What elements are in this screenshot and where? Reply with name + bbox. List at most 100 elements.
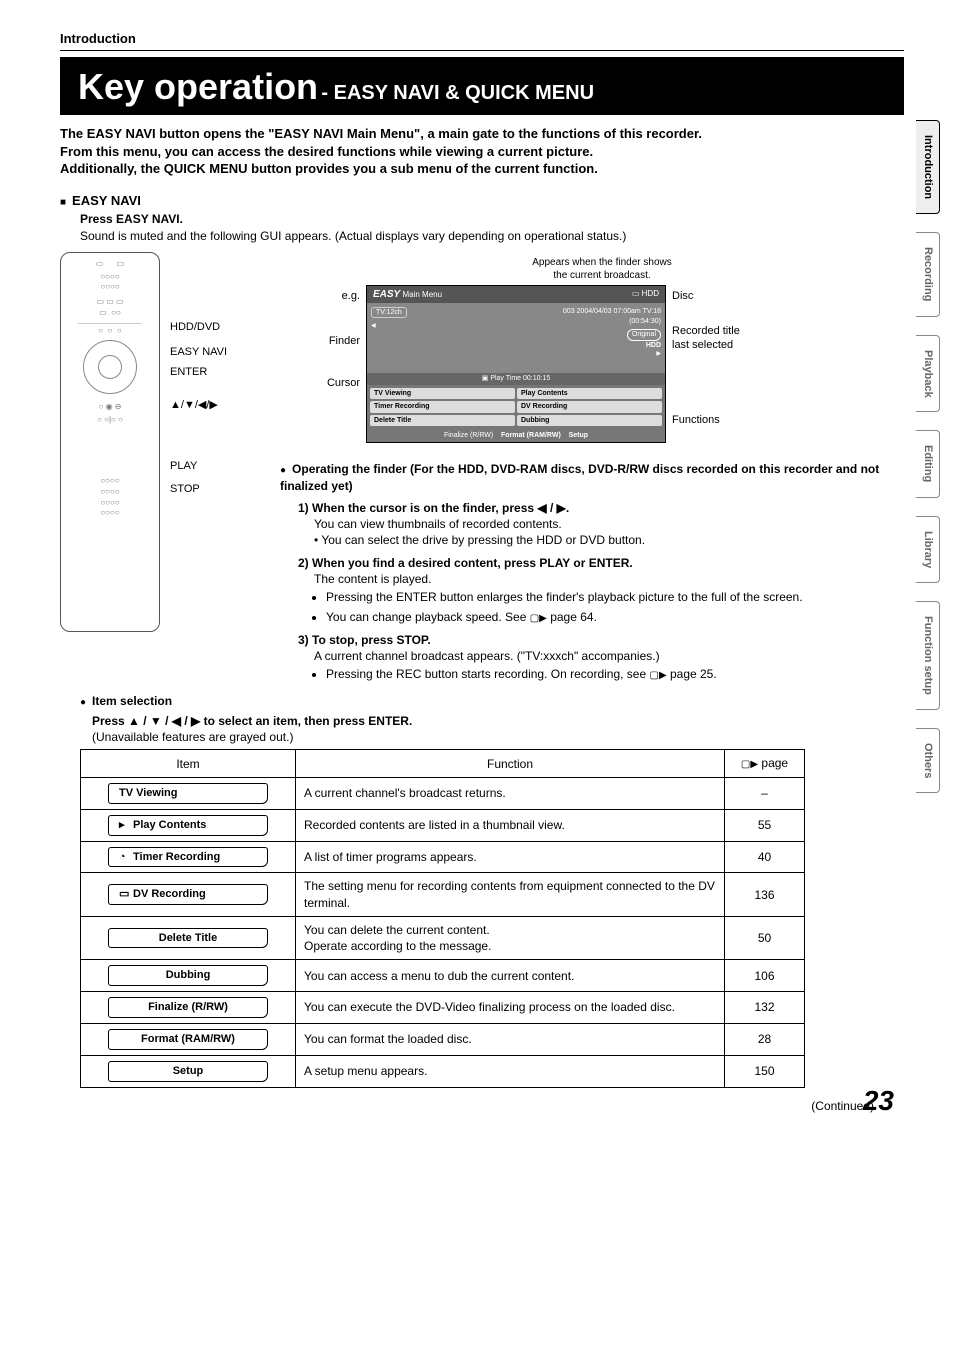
- item-function: A setup menu appears.: [296, 1055, 725, 1087]
- sound-muted-text: Sound is muted and the following GUI app…: [80, 228, 904, 244]
- gui-recorded-label1: Recorded title: [672, 325, 740, 337]
- remote-diagram: ▭ ▭ ○○○○ ○○○○ ▭ ▭ ▭ ▭ ○○ ○ ○ ○ ○ ◉ ⊖ ○ ○…: [60, 252, 260, 632]
- side-tabs: IntroductionRecordingPlaybackEditingLibr…: [916, 120, 946, 811]
- label-easy-navi: EASY NAVI: [170, 345, 227, 360]
- item-page: 150: [725, 1055, 805, 1087]
- side-tab: Function setup: [916, 601, 940, 710]
- gui-original: Original: [627, 329, 661, 341]
- press-easy-navi: Press EASY NAVI.: [80, 211, 904, 227]
- gui-hdd-top: HDD: [642, 289, 659, 298]
- item-selection-heading: Item selection: [80, 693, 904, 710]
- title-main: Key operation: [78, 66, 318, 107]
- gui-easy-logo: EASY: [373, 289, 400, 300]
- item-button: Dubbing: [108, 965, 268, 986]
- gui-finder-label: Finder: [300, 334, 360, 349]
- item-page: 55: [725, 809, 805, 841]
- item-button: ▭DV Recording: [108, 884, 268, 905]
- intro-text: The EASY NAVI button opens the "EASY NAV…: [60, 125, 904, 178]
- label-arrows: ▲/▼/◀/▶: [170, 398, 227, 413]
- gui-btn: Delete Title: [370, 415, 515, 426]
- item-page: 40: [725, 841, 805, 873]
- step2-body: The content is played.: [314, 571, 904, 587]
- item-function: You can format the loaded disc.: [296, 1023, 725, 1055]
- step2-bullet: Pressing the ENTER button enlarges the f…: [326, 589, 904, 605]
- item-page: 132: [725, 992, 805, 1024]
- item-page: 50: [725, 916, 805, 959]
- gui-diagram: Appears when the finder shows the curren…: [300, 256, 904, 444]
- remote-callouts: HDD/DVD EASY NAVI ENTER ▲/▼/◀/▶ PLAY STO…: [170, 252, 227, 632]
- col-function: Function: [296, 750, 725, 778]
- item-button: TV Viewing: [108, 783, 268, 804]
- gui-eg-label: e.g.: [300, 289, 360, 304]
- item-button: Setup: [108, 1061, 268, 1082]
- gui-disc-label: Disc: [672, 289, 792, 304]
- step3-bullet: Pressing the REC button starts recording…: [326, 666, 904, 683]
- gui-btn: Setup: [569, 432, 588, 439]
- item-function: A current channel's broadcast returns.: [296, 777, 725, 809]
- title-bar: Key operation - EASY NAVI & QUICK MENU: [60, 57, 904, 116]
- gui-btn: DV Recording: [517, 401, 662, 412]
- label-play: PLAY: [170, 459, 227, 474]
- col-page: ▢▶ page: [725, 750, 805, 778]
- continued-label: (Continued): [60, 1098, 874, 1114]
- gui-btn: Finalize (R/RW): [444, 432, 493, 439]
- gui-btn: Dubbing: [517, 415, 662, 426]
- item-function: You can access a menu to dub the current…: [296, 960, 725, 992]
- item-page: 136: [725, 873, 805, 916]
- gui-btn: Format (RAM/RW): [501, 432, 561, 439]
- easy-navi-heading: EASY NAVI: [60, 192, 904, 210]
- gui-btn: Play Contents: [517, 388, 662, 399]
- item-page: –: [725, 777, 805, 809]
- gui-hdd: HDD: [563, 341, 661, 351]
- page-ref-icon: ▢▶: [741, 759, 758, 770]
- page-number: 23: [863, 1082, 894, 1120]
- item-button: ▸Play Contents: [108, 815, 268, 836]
- item-function: Recorded contents are listed in a thumbn…: [296, 809, 725, 841]
- gui-playtime: Play Time 00:10:15: [490, 375, 550, 382]
- gui-caption-line2: the current broadcast.: [553, 270, 650, 281]
- gui-recorded-label2: last selected: [672, 339, 733, 351]
- step3-body: A current channel broadcast appears. ("T…: [314, 648, 904, 664]
- step3-title: 3) To stop, press STOP.: [298, 633, 431, 647]
- section-header: Introduction: [60, 30, 904, 51]
- label-enter: ENTER: [170, 365, 227, 380]
- col-item: Item: [81, 750, 296, 778]
- step1-title: 1) When the cursor is on the finder, pre…: [298, 501, 569, 515]
- gui-btn: TV Viewing: [370, 388, 515, 399]
- label-stop: STOP: [170, 482, 227, 497]
- item-button: Delete Title: [108, 928, 268, 949]
- side-tab: Introduction: [916, 120, 940, 214]
- gui-date: 003 2004/04/03 07:00am TV:18: [563, 307, 661, 317]
- item-table: Item Function ▢▶ page TV Viewing A curren…: [80, 749, 805, 1087]
- item-function: You can execute the DVD-Video finalizing…: [296, 992, 725, 1024]
- item-selection-press: Press ▲ / ▼ / ◀ / ▶ to select an item, t…: [92, 713, 904, 729]
- side-tab: Recording: [916, 232, 940, 316]
- page-ref-icon: ▢▶: [650, 670, 667, 681]
- item-page: 28: [725, 1023, 805, 1055]
- item-selection-note: (Unavailable features are grayed out.): [92, 729, 904, 745]
- item-function: A list of timer programs appears.: [296, 841, 725, 873]
- item-button: Format (RAM/RW): [108, 1029, 268, 1050]
- item-button: Finalize (R/RW): [108, 997, 268, 1018]
- intro-line: From this menu, you can access the desir…: [60, 143, 904, 161]
- side-tab: Editing: [916, 430, 940, 497]
- step1-body: You can view thumbnails of recorded cont…: [314, 516, 904, 532]
- intro-line: The EASY NAVI button opens the "EASY NAV…: [60, 125, 904, 143]
- item-page: 106: [725, 960, 805, 992]
- label-hdd-dvd: HDD/DVD: [170, 320, 227, 335]
- side-tab: Playback: [916, 335, 940, 413]
- side-tab: Others: [916, 728, 940, 793]
- gui-cursor-label: Cursor: [300, 376, 360, 391]
- title-sub: - EASY NAVI & QUICK MENU: [321, 82, 594, 104]
- remote-outline: ▭ ▭ ○○○○ ○○○○ ▭ ▭ ▭ ▭ ○○ ○ ○ ○ ○ ◉ ⊖ ○ ○…: [60, 252, 160, 632]
- page-ref-icon: ▢▶: [530, 613, 547, 624]
- item-function: You can delete the current content.Opera…: [296, 916, 725, 959]
- gui-caption-line1: Appears when the finder shows: [532, 257, 672, 268]
- gui-functions-label: Functions: [672, 413, 792, 428]
- gui-screen: EASY Main Menu ▭ HDD TV:12ch ◀ 003 2004/…: [366, 285, 666, 444]
- step2-title: 2) When you find a desired content, pres…: [298, 556, 633, 570]
- intro-line: Additionally, the QUICK MENU button prov…: [60, 160, 904, 178]
- gui-main-menu: Main Menu: [402, 290, 442, 299]
- gui-tv-ch: TV:12ch: [371, 307, 407, 318]
- finder-op-heading: Operating the finder (For the HDD, DVD-R…: [280, 461, 904, 494]
